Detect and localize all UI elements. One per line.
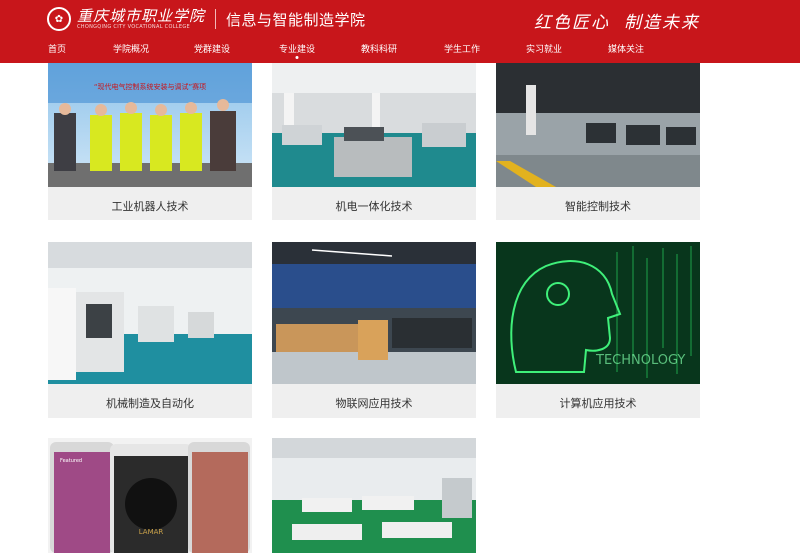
school-name-block: 重庆城市职业学院 CHONGQING CITY VOCATIONAL COLLE…: [77, 8, 205, 31]
major-card-mechatronics[interactable]: 机电一体化技术: [272, 63, 476, 220]
college-name: 信息与智能制造学院: [226, 10, 366, 29]
nav-item-home[interactable]: 首页: [48, 42, 66, 55]
major-label: 物联网应用技术: [335, 397, 413, 410]
school-name-en: CHONGQING CITY VOCATIONAL COLLEGE: [77, 23, 190, 30]
brand-divider: [215, 9, 217, 29]
nav-item-students[interactable]: 学生工作: [444, 42, 480, 55]
site-header: ✿ 重庆城市职业学院 CHONGQING CITY VOCATIONAL COL…: [0, 0, 800, 96]
iot-lab-photo: [272, 242, 476, 384]
major-card-iot[interactable]: 物联网应用技术: [272, 242, 476, 418]
major-card-industrial-robot[interactable]: “现代电气控制系统安装与调试”赛项 工业机器人技术: [48, 63, 252, 220]
major-card-mechanical-manufacturing[interactable]: 机械制造及自动化: [48, 242, 252, 418]
nav-item-overview[interactable]: 学院概况: [113, 42, 149, 55]
computer-lab-photo: [272, 438, 476, 553]
mechatronics-lab-photo: [272, 63, 476, 187]
major-card-lab[interactable]: [272, 438, 476, 553]
major-label: 机械制造及自动化: [106, 397, 194, 410]
nav-item-majors-label: 专业建设: [278, 45, 316, 55]
major-label: 机电一体化技术: [335, 200, 413, 213]
nav-item-research[interactable]: 教科科研: [361, 42, 397, 55]
slogan: 红色匠心 制造未来: [534, 8, 700, 33]
technology-head-illustration: TECHNOLOGY: [496, 242, 700, 384]
competition-team-photo: “现代电气控制系统安装与调试”赛项: [48, 63, 252, 187]
slogan-right: 制造未来: [624, 13, 700, 33]
brand[interactable]: ✿ 重庆城市职业学院 CHONGQING CITY VOCATIONAL COL…: [47, 6, 366, 32]
technology-text: TECHNOLOGY: [595, 353, 685, 368]
school-name: 重庆城市职业学院: [77, 6, 206, 25]
nav-item-employment[interactable]: 实习就业: [526, 42, 562, 55]
nav-item-media[interactable]: 媒体关注: [608, 42, 644, 55]
major-card-computer-applications[interactable]: TECHNOLOGY 计算机应用技术: [496, 242, 700, 418]
control-lab-photo: [496, 63, 700, 187]
main-nav: 首页 学院概况 党群建设 专业建设 教科科研 学生工作 实习就业 媒体关注: [0, 42, 800, 96]
banner-text: “现代电气控制系统安装与调试”赛项: [94, 82, 206, 91]
cnc-workshop-photo: [48, 242, 252, 384]
major-card-mobile[interactable]: Featured LAMAR: [48, 438, 252, 553]
nav-item-majors[interactable]: 专业建设: [278, 42, 316, 59]
phone-brand-text: LAMAR: [139, 528, 164, 536]
major-label: 计算机应用技术: [559, 397, 637, 410]
major-label: 工业机器人技术: [111, 200, 189, 213]
major-label: 智能控制技术: [565, 200, 631, 213]
phone-featured-text: Featured: [60, 458, 82, 464]
school-logo-icon: ✿: [47, 7, 71, 31]
major-card-intelligent-control[interactable]: 智能控制技术: [496, 63, 700, 220]
mobile-app-screens-photo: Featured LAMAR: [48, 438, 252, 553]
slogan-left: 红色匠心: [534, 13, 610, 33]
nav-item-party[interactable]: 党群建设: [194, 42, 230, 55]
active-indicator: [295, 56, 299, 59]
